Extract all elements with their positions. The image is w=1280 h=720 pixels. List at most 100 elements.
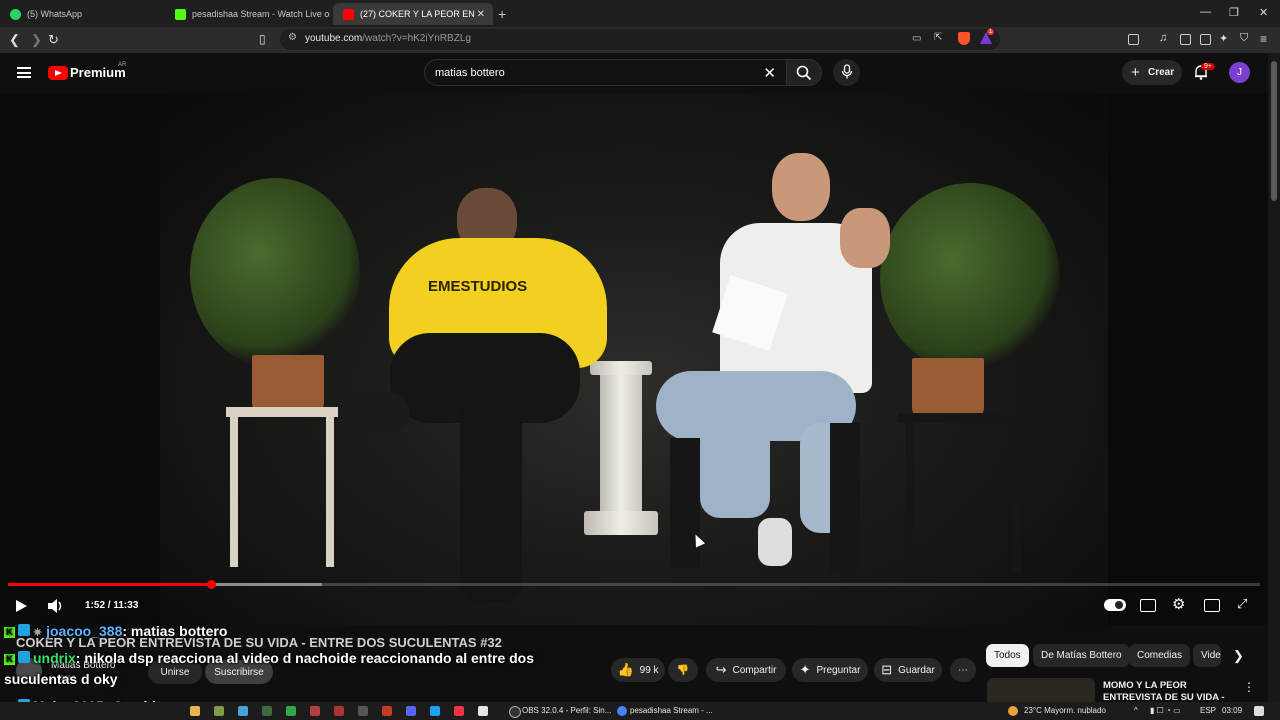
app-icon[interactable] — [454, 706, 464, 716]
share-page-icon[interactable]: ⇱ — [934, 32, 942, 43]
left-pot — [252, 355, 324, 413]
voice-search-button[interactable] — [833, 59, 860, 86]
right-pot — [912, 358, 984, 418]
sidebar-icon[interactable] — [1180, 34, 1191, 45]
settings-gear-icon[interactable]: ⚙ — [1172, 595, 1185, 613]
left-stool-leg — [326, 417, 334, 567]
app-icon[interactable] — [238, 706, 248, 716]
hamburger-menu-icon[interactable] — [17, 67, 31, 78]
dislike-button[interactable]: 👎 — [668, 658, 698, 682]
page-scrollbar[interactable] — [1268, 53, 1280, 702]
bookmark-icon[interactable]: ▯ — [259, 32, 266, 46]
tab-title: pesadishaa Stream - Watch Live on K — [192, 9, 330, 19]
music-icon[interactable]: ♫ — [1159, 32, 1167, 44]
like-button[interactable]: 👍 99 k — [611, 658, 665, 682]
tab-kick-stream[interactable]: pesadishaa Stream - Watch Live on K — [165, 3, 330, 25]
brave-shield-icon[interactable] — [958, 32, 970, 45]
wallet-icon[interactable] — [1200, 34, 1211, 45]
progress-bar[interactable] — [8, 580, 1260, 589]
channel-name[interactable]: Matias Bottero — [51, 660, 115, 671]
save-button[interactable]: ⊟ Guardar — [874, 658, 942, 682]
search-input[interactable]: matias bottero ✕ — [424, 59, 787, 86]
video-frame[interactable]: EMESTUDIOS — [160, 93, 1108, 625]
app-icon[interactable] — [430, 706, 440, 716]
notifications-center-icon[interactable] — [1254, 706, 1264, 716]
scrollbar-thumb[interactable] — [1271, 61, 1277, 201]
column-capital — [590, 361, 652, 375]
create-button[interactable]: + Crear — [1122, 60, 1182, 85]
chip-all[interactable]: Todos — [986, 644, 1029, 667]
chip-from-channel[interactable]: De Matías Bottero — [1033, 644, 1130, 667]
app-icon[interactable] — [262, 706, 272, 716]
subscribe-button[interactable]: Suscribirse — [205, 660, 273, 684]
discord-icon[interactable] — [406, 706, 416, 716]
close-tab-icon[interactable]: ✕ — [477, 9, 485, 20]
windows-taskbar: OBS 32.0.4 - Perfil: Sin... pesadishaa S… — [0, 702, 1280, 720]
app-icon[interactable] — [478, 706, 488, 716]
channel-avatar[interactable] — [16, 658, 42, 684]
vpn-icon[interactable]: ⛉ — [1240, 32, 1248, 45]
window-close-icon[interactable]: ✕ — [1259, 6, 1268, 19]
youtube-icon — [343, 8, 354, 20]
app-icon[interactable] — [334, 706, 344, 716]
obs-icon[interactable] — [509, 706, 521, 718]
more-vert-icon[interactable]: ⋮ — [1243, 680, 1255, 694]
site-info-icon[interactable]: ⚙ — [288, 32, 297, 43]
subtitles-icon[interactable] — [1140, 599, 1156, 612]
forward-icon[interactable]: ❯ — [31, 32, 42, 48]
app-icon[interactable] — [358, 706, 368, 716]
cast-icon[interactable]: ▭ — [912, 33, 921, 44]
search-button[interactable] — [786, 59, 822, 86]
share-button[interactable]: ↪ Compartir — [706, 658, 786, 682]
fullscreen-icon[interactable]: ⤢ — [1237, 596, 1247, 612]
account-avatar[interactable]: J — [1229, 62, 1250, 83]
url-text: youtube.com/watch?v=hK2iYnRBZLg — [305, 33, 471, 44]
chip-comedy[interactable]: Comedias — [1129, 644, 1191, 667]
played-bar — [8, 583, 211, 586]
left-stool-leg — [230, 417, 238, 567]
miniplayer-icon[interactable] — [1204, 599, 1220, 612]
more-actions-button[interactable]: ⋯ — [950, 658, 976, 682]
chrome-icon[interactable] — [617, 706, 627, 716]
file-explorer-icon[interactable] — [190, 706, 200, 716]
taskbar-chrome[interactable]: pesadishaa Stream - ... — [630, 706, 713, 715]
leo-ai-icon[interactable]: ✦ — [1219, 32, 1228, 45]
volume-icon[interactable] — [47, 598, 65, 614]
whatsapp-icon — [10, 8, 21, 20]
join-button[interactable]: Unirse — [148, 660, 202, 684]
chip-videos[interactable]: Vide — [1193, 644, 1221, 667]
tray-icons[interactable]: ▮ ☐ ◔ ▭ — [1150, 706, 1181, 715]
menu-icon[interactable]: ≡ — [1260, 32, 1267, 46]
app-icon[interactable] — [382, 706, 392, 716]
minimize-icon[interactable]: — — [1200, 6, 1211, 18]
tab-youtube-active[interactable]: (27) COKER Y LA PEOR ENTREVI ✕ — [333, 3, 493, 25]
weather-text[interactable]: 23°C Mayorm. nublado — [1024, 706, 1106, 715]
clock[interactable]: 03:09 — [1222, 706, 1242, 715]
address-bar[interactable]: ⚙ youtube.com/watch?v=hK2iYnRBZLg ▭ ⇱ 1 — [280, 29, 1000, 50]
video-player[interactable]: EMESTUDIOS 1:52 / 11:33 ⚙ ⤢ — [0, 93, 1268, 625]
autoplay-toggle[interactable] — [1104, 599, 1126, 611]
app-icon[interactable] — [214, 706, 224, 716]
new-tab-button[interactable]: + — [498, 3, 514, 25]
kick-icon — [175, 8, 186, 20]
tab-whatsapp[interactable]: (5) WhatsApp — [0, 3, 165, 25]
spotify-icon[interactable] — [286, 706, 296, 716]
play-icon[interactable] — [14, 599, 28, 613]
chevron-right-icon[interactable]: ❯ — [1233, 648, 1244, 664]
language-indicator[interactable]: ESP — [1200, 706, 1216, 715]
time-total: 11:33 — [113, 600, 139, 611]
app-icon[interactable] — [310, 706, 320, 716]
maximize-icon[interactable]: ❐ — [1229, 6, 1239, 19]
reload-icon[interactable]: ↻ — [48, 32, 59, 48]
scrubber-handle[interactable] — [206, 580, 216, 589]
browser-nav-bar: ❮ ❯ ↻ ▯ ⚙ youtube.com/watch?v=hK2iYnRBZL… — [0, 27, 1280, 53]
taskbar-obs[interactable]: OBS 32.0.4 - Perfil: Sin... — [522, 706, 611, 715]
clear-search-icon[interactable]: ✕ — [763, 64, 776, 82]
ask-button[interactable]: ✦ Preguntar — [792, 658, 868, 682]
url-host: youtube.com — [305, 33, 363, 44]
extensions-icon[interactable] — [1128, 34, 1139, 45]
plus-icon: + — [1131, 64, 1140, 81]
tray-chevron-icon[interactable]: ^ — [1134, 706, 1138, 715]
back-icon[interactable]: ❮ — [9, 32, 20, 48]
youtube-logo-icon[interactable] — [48, 66, 68, 80]
